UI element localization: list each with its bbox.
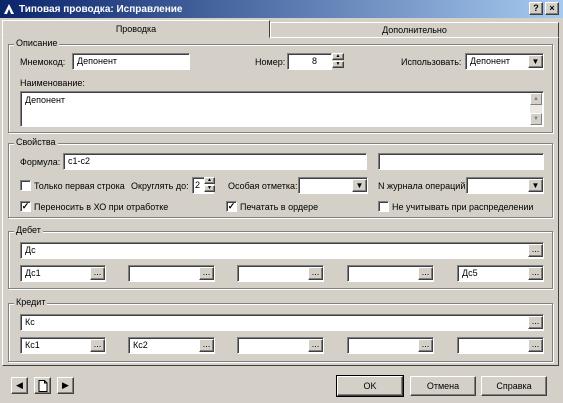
formula-field[interactable]: с1-с2 <box>63 153 367 170</box>
tab-additional[interactable]: Дополнительно <box>270 22 559 38</box>
credit-account-field[interactable]: Кс <box>20 314 544 331</box>
name-text: Депонент <box>25 95 66 105</box>
first-line-only-checkbox[interactable] <box>20 180 31 191</box>
ignore-label: Не учитывать при распределении <box>392 202 534 212</box>
name-textarea[interactable]: Депонент ▲ ▼ <box>20 91 544 127</box>
next-arrow-icon: ▶ <box>62 380 69 390</box>
help-button[interactable]: Справка <box>481 376 547 396</box>
formula-extra-field[interactable] <box>378 153 544 170</box>
special-mark-dropdown-button[interactable]: ▼ <box>352 179 367 192</box>
help-title-button[interactable]: ? <box>529 2 543 15</box>
previous-arrow-icon: ◀ <box>16 380 23 390</box>
debit-field-2-browse-button[interactable]: ... <box>199 267 214 280</box>
title-bar: Типовая проводка: Исправление <box>0 0 563 18</box>
transfer-label: Переносить в ХО при отработке <box>34 202 169 212</box>
debit-legend: Дебет <box>14 225 43 235</box>
debit-field-5-browse-button[interactable]: ... <box>528 267 543 280</box>
debit-account-browse-button[interactable]: ... <box>528 244 543 257</box>
debit-field-3-browse-button[interactable]: ... <box>308 267 323 280</box>
debit-field-4-browse-button[interactable]: ... <box>418 267 433 280</box>
credit-field-2-browse-button[interactable]: ... <box>199 339 214 352</box>
formula-label: Формула: <box>20 157 61 167</box>
print-checkbox[interactable]: ✓ <box>226 201 237 212</box>
number-spin-up[interactable]: ▲ <box>332 53 344 60</box>
round-spin-up[interactable]: ▲ <box>204 177 215 184</box>
credit-legend: Кредит <box>14 297 48 307</box>
credit-account-browse-button[interactable]: ... <box>528 316 543 329</box>
round-spin-down[interactable]: ▼ <box>204 185 215 192</box>
use-label: Использовать: <box>401 57 462 67</box>
first-line-only-label: Только первая строка <box>34 181 125 191</box>
round-label: Округлять до: <box>131 181 189 191</box>
scroll-down-arrow[interactable]: ▼ <box>530 113 542 125</box>
tab-posting[interactable]: Проводка <box>2 20 270 38</box>
document-icon <box>38 380 47 392</box>
number-field[interactable]: 8 <box>287 53 332 70</box>
debit-field-1-browse-button[interactable]: ... <box>90 267 105 280</box>
credit-field-1-browse-button[interactable]: ... <box>90 339 105 352</box>
debit-account-field[interactable]: Дс <box>20 242 544 259</box>
close-button[interactable]: × <box>545 2 559 15</box>
credit-field-4-browse-button[interactable]: ... <box>418 339 433 352</box>
journal-label: N журнала операций: <box>378 181 468 191</box>
app-icon <box>4 4 14 14</box>
new-record-button[interactable] <box>34 377 51 394</box>
next-record-button[interactable]: ▶ <box>57 377 74 394</box>
ignore-checkbox[interactable] <box>378 201 389 212</box>
name-scrollbar[interactable]: ▲ ▼ <box>530 93 542 125</box>
previous-record-button[interactable]: ◀ <box>11 377 28 394</box>
transfer-checkbox[interactable]: ✓ <box>20 201 31 212</box>
properties-legend: Свойства <box>14 137 58 147</box>
number-spin-down[interactable]: ▼ <box>332 61 344 68</box>
name-label: Наименование: <box>20 78 85 88</box>
number-label: Номер: <box>255 57 286 67</box>
special-mark-label: Особая отметка: <box>228 181 298 191</box>
mnemocode-field[interactable]: Депонент <box>72 53 190 70</box>
credit-field-3-browse-button[interactable]: ... <box>308 339 323 352</box>
ok-button[interactable]: OK <box>336 375 404 397</box>
print-label: Печатать в ордере <box>240 202 319 212</box>
journal-dropdown-button[interactable]: ▼ <box>528 179 543 192</box>
credit-field-5-browse-button[interactable]: ... <box>528 339 543 352</box>
cancel-button[interactable]: Отмена <box>410 376 476 396</box>
description-legend: Описание <box>14 38 60 48</box>
window-title: Типовая проводка: Исправление <box>19 3 183 15</box>
use-dropdown-button[interactable]: ▼ <box>528 55 543 68</box>
scroll-up-arrow[interactable]: ▲ <box>530 93 542 105</box>
mnemocode-label: Мнемокод: <box>20 57 66 67</box>
